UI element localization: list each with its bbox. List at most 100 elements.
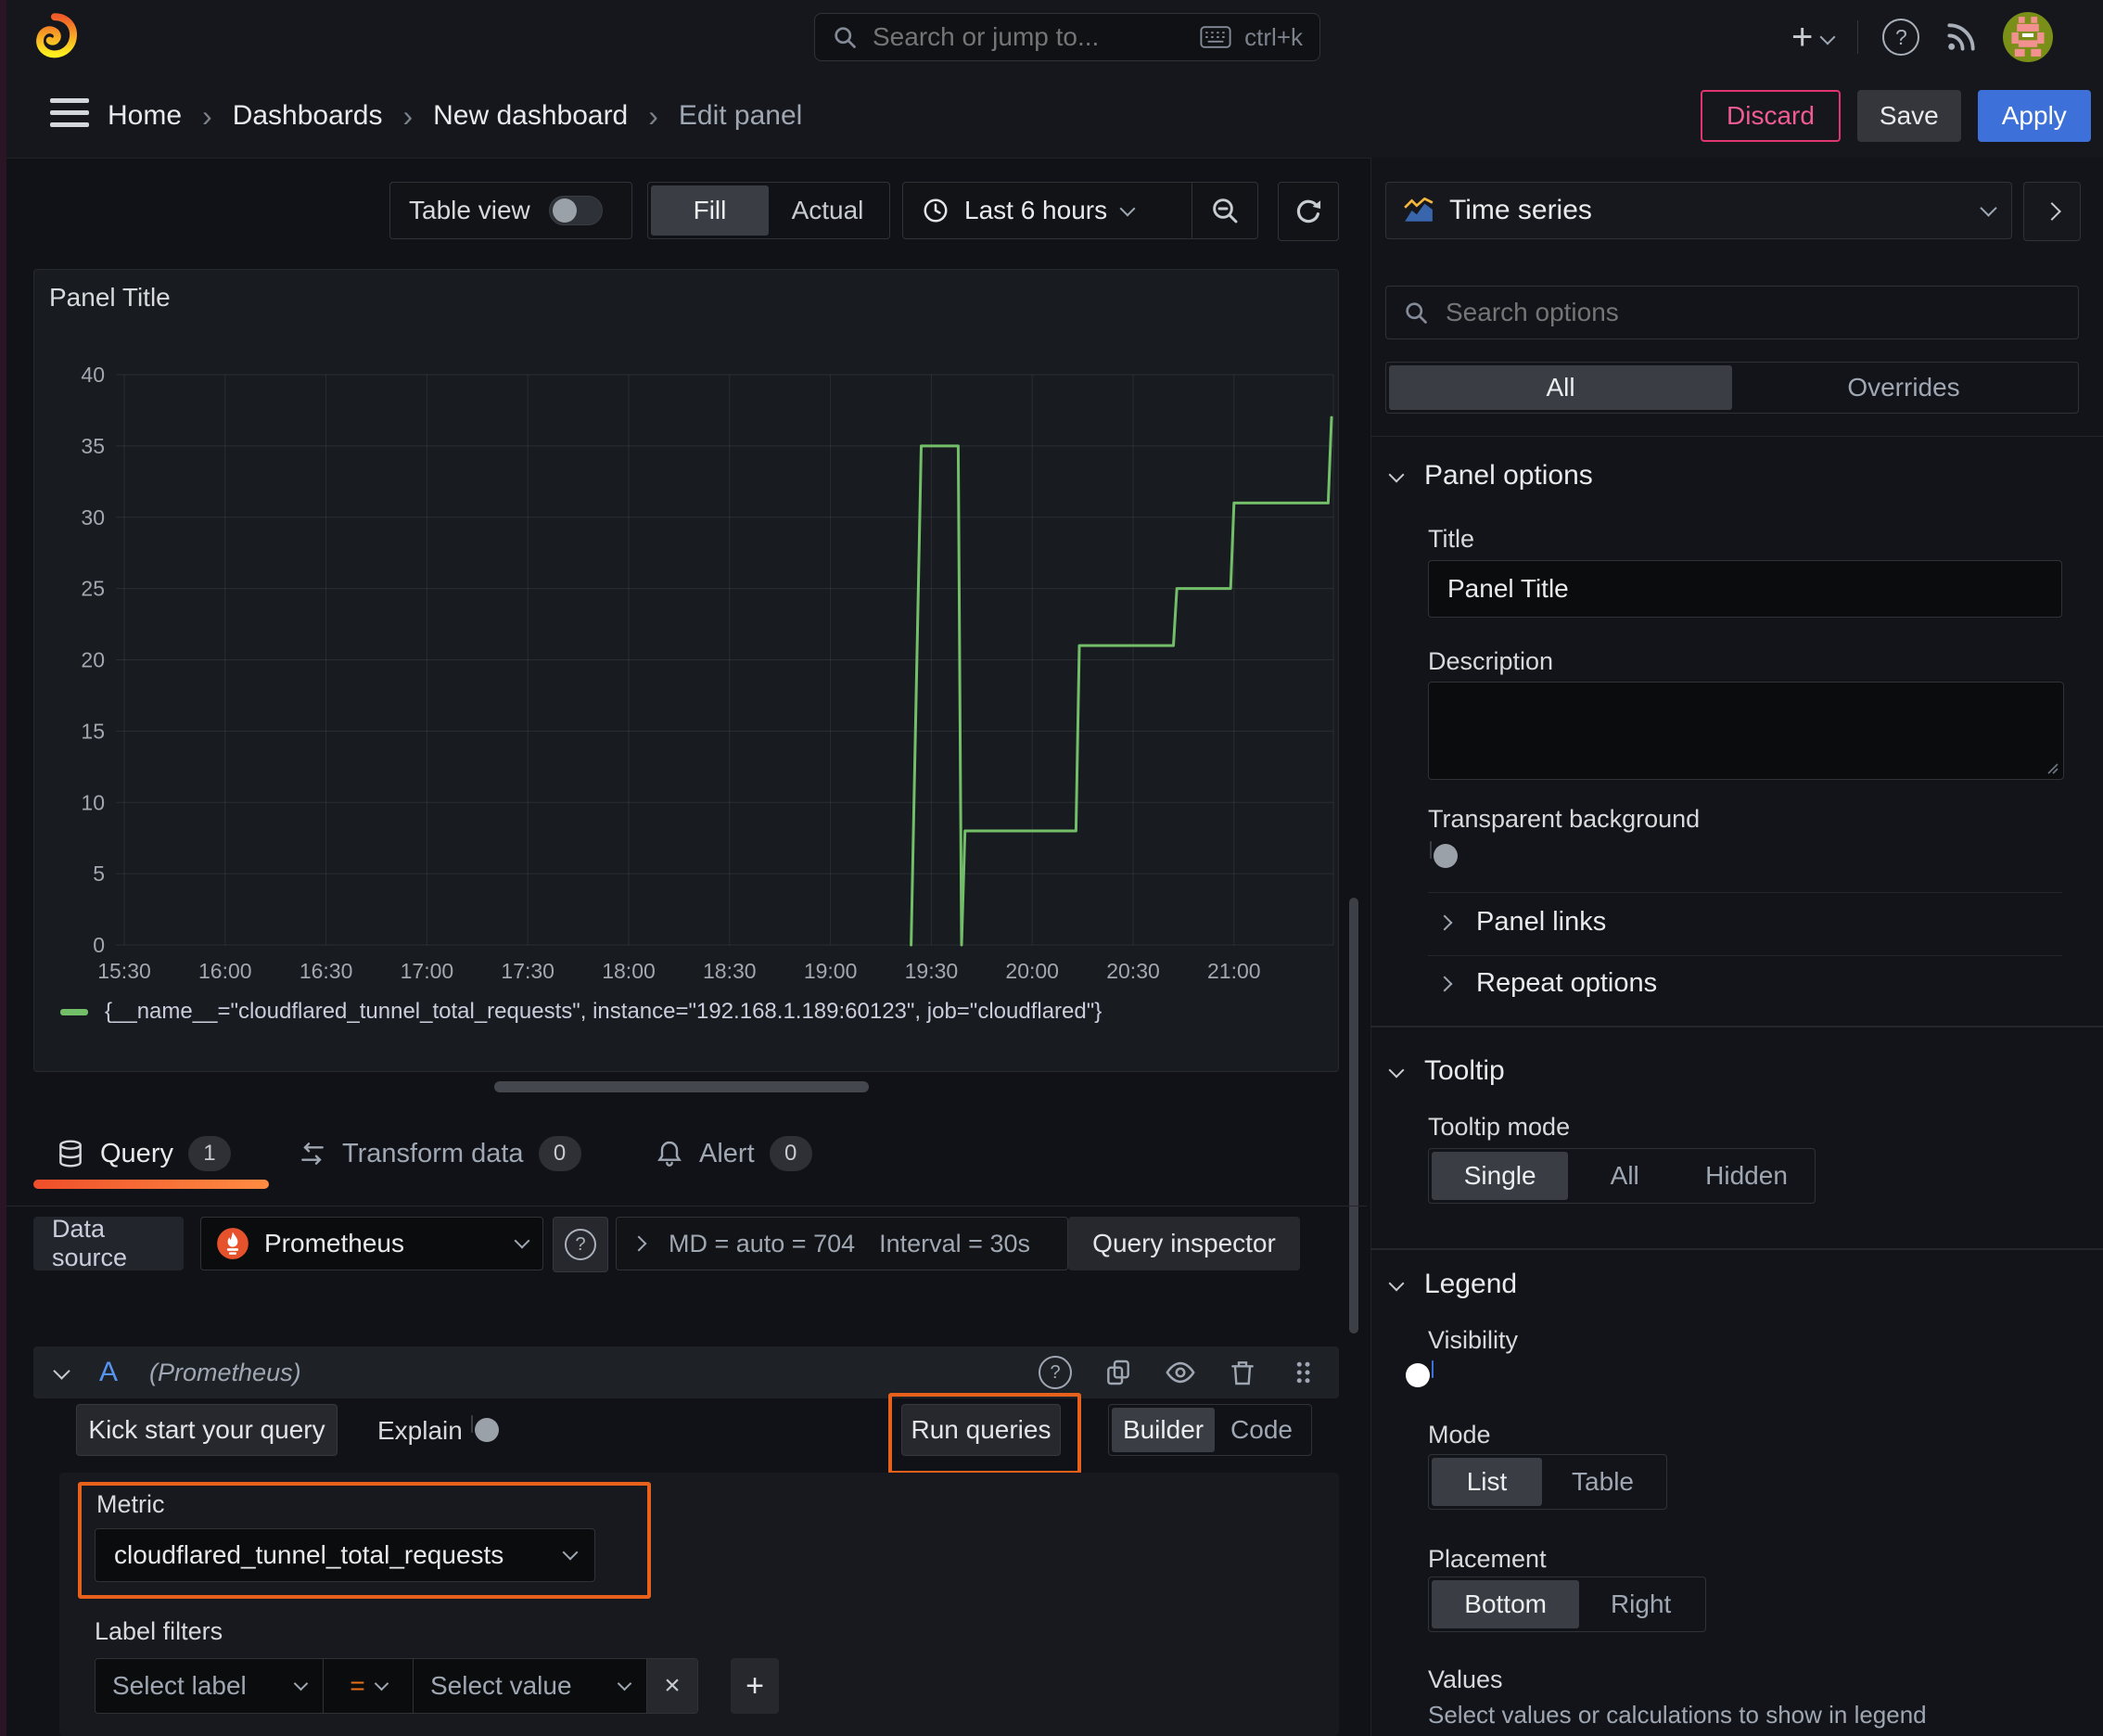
explain-label: Explain — [377, 1416, 463, 1445]
chevron-down-icon — [562, 1544, 579, 1561]
svg-text:19:00: 19:00 — [804, 959, 858, 983]
refresh-button[interactable] — [1278, 182, 1339, 241]
legend-list-option[interactable]: List — [1432, 1458, 1543, 1506]
legend-values-label: Values — [1428, 1666, 1503, 1693]
remove-filter-button[interactable]: × — [647, 1659, 697, 1713]
save-button[interactable]: Save — [1856, 90, 1961, 142]
drag-handle-icon[interactable] — [1289, 1359, 1317, 1386]
svg-text:20:30: 20:30 — [1106, 959, 1160, 983]
tab-all[interactable]: All — [1389, 365, 1732, 410]
query-help-icon[interactable]: ? — [1039, 1356, 1072, 1389]
chevron-down-icon — [1388, 1062, 1405, 1079]
kick-start-query-button[interactable]: Kick start your query — [76, 1404, 338, 1456]
time-range-label: Last 6 hours — [964, 196, 1108, 224]
breadcrumb-home[interactable]: Home — [108, 100, 182, 132]
run-queries-button[interactable]: Run queries — [901, 1404, 1061, 1456]
svg-text:18:00: 18:00 — [602, 959, 656, 983]
time-range-picker[interactable]: Last 6 hours — [903, 196, 1192, 225]
options-search-input[interactable] — [1444, 297, 2061, 328]
legend-placement-switch: Bottom Right — [1428, 1576, 1706, 1632]
global-search-box[interactable]: ctrl+k — [814, 13, 1320, 61]
hide-response-eye-icon[interactable] — [1165, 1357, 1196, 1388]
add-filter-button[interactable]: + — [731, 1658, 779, 1714]
explain-toggle[interactable] — [471, 1415, 499, 1442]
data-source-help-button[interactable]: ? — [553, 1217, 608, 1272]
options-search-box[interactable] — [1385, 286, 2079, 339]
panel-options-header[interactable]: Panel options — [1388, 460, 1593, 491]
create-button[interactable]: + — [1791, 19, 1836, 56]
fill-option[interactable]: Fill — [651, 185, 769, 236]
chevron-right-icon — [1436, 976, 1453, 991]
legend-visibility-label: Visibility — [1428, 1326, 1519, 1354]
breadcrumb-new-dashboard[interactable]: New dashboard — [433, 100, 628, 132]
query-inspector-button[interactable]: Query inspector — [1068, 1217, 1300, 1270]
svg-text:15: 15 — [81, 719, 105, 743]
panel-title[interactable]: Panel Title — [49, 283, 171, 313]
visualization-picker[interactable]: Time series — [1385, 182, 2012, 239]
svg-text:5: 5 — [93, 862, 105, 886]
tab-alert[interactable]: Alert 0 — [655, 1124, 812, 1183]
time-series-chart[interactable]: 0 5 10 15 20 25 30 35 40 15:30 16:00 16:30 17:00 17:3… — [34, 353, 1338, 1002]
legend-bottom-option[interactable]: Bottom — [1432, 1580, 1580, 1628]
tab-query-label: Query — [100, 1138, 173, 1168]
data-source-picker[interactable]: Prometheus — [200, 1217, 543, 1270]
actual-option[interactable]: Actual — [769, 185, 886, 236]
query-ref-id[interactable]: A — [99, 1357, 118, 1388]
repeat-options-section[interactable]: Repeat options — [1436, 968, 1657, 999]
tooltip-header[interactable]: Tooltip — [1388, 1055, 1505, 1087]
tab-transform[interactable]: Transform data 0 — [298, 1124, 581, 1183]
chevron-down-icon — [1388, 1275, 1405, 1292]
legend-series-label[interactable]: {__name__="cloudflared_tunnel_total_requ… — [105, 999, 1102, 1025]
label-filter-group: Select label = Select value × — [95, 1658, 698, 1714]
legend-right-option[interactable]: Right — [1579, 1580, 1702, 1628]
legend-table-option[interactable]: Table — [1542, 1458, 1663, 1506]
svg-text:21:00: 21:00 — [1207, 959, 1261, 983]
open-viz-list-button[interactable] — [2023, 182, 2081, 241]
apply-button[interactable]: Apply — [1977, 90, 2091, 142]
topbar-divider — [1857, 20, 1859, 54]
legend-visibility-toggle[interactable] — [1406, 1360, 1434, 1387]
data-source-label: Data source — [52, 1215, 128, 1271]
duplicate-query-icon[interactable] — [1103, 1358, 1133, 1387]
help-icon[interactable]: ? — [1882, 19, 1920, 56]
operator-dropdown[interactable]: = — [324, 1659, 414, 1713]
zoom-out-button[interactable] — [1192, 196, 1257, 225]
legend-header-label: Legend — [1424, 1269, 1518, 1299]
avatar[interactable] — [2003, 12, 2054, 62]
collapse-query-icon[interactable] — [53, 1361, 70, 1380]
delete-query-trash-icon[interactable] — [1228, 1358, 1257, 1387]
transparent-background-toggle[interactable] — [1430, 841, 1458, 868]
breadcrumb-dashboards[interactable]: Dashboards — [233, 100, 383, 132]
grafana-logo[interactable] — [28, 10, 80, 64]
tab-query[interactable]: Query 1 — [56, 1124, 231, 1183]
tooltip-mode-label: Tooltip mode — [1428, 1113, 1571, 1141]
select-label-dropdown[interactable]: Select label — [96, 1659, 324, 1713]
legend-header[interactable]: Legend — [1388, 1269, 1518, 1300]
description-textarea[interactable] — [1428, 682, 2064, 780]
query-options-row[interactable]: MD = auto = 704 Interval = 30s — [616, 1217, 1068, 1270]
legend-mode-switch: List Table — [1428, 1454, 1667, 1510]
panel-resize-handle[interactable] — [494, 1081, 869, 1092]
title-input[interactable] — [1428, 560, 2062, 618]
discard-button[interactable]: Discard — [1701, 90, 1841, 142]
tooltip-single-option[interactable]: Single — [1432, 1152, 1569, 1200]
main-scrollbar[interactable] — [1349, 898, 1358, 1334]
table-view-toggle[interactable] — [548, 196, 603, 225]
tooltip-hidden-option[interactable]: Hidden — [1681, 1152, 1812, 1200]
builder-code-switch: Builder Code — [1108, 1404, 1312, 1456]
operator-value: = — [350, 1671, 365, 1700]
tab-overrides[interactable]: Overrides — [1732, 365, 2075, 410]
metric-label: Metric — [96, 1490, 165, 1518]
fill-actual-switch: Fill Actual — [647, 182, 890, 239]
legend-placement-label: Placement — [1428, 1545, 1547, 1573]
metric-select[interactable]: cloudflared_tunnel_total_requests — [95, 1528, 595, 1582]
select-value-dropdown[interactable]: Select value — [414, 1659, 647, 1713]
code-option[interactable]: Code — [1215, 1408, 1308, 1452]
hamburger-menu-icon[interactable] — [50, 98, 89, 127]
resize-corner-icon[interactable] — [2045, 760, 2059, 775]
search-input[interactable] — [871, 21, 1188, 53]
tooltip-all-option[interactable]: All — [1568, 1152, 1681, 1200]
builder-option[interactable]: Builder — [1112, 1408, 1216, 1452]
news-rss-icon[interactable] — [1944, 19, 1979, 55]
panel-links-section[interactable]: Panel links — [1436, 907, 1606, 938]
